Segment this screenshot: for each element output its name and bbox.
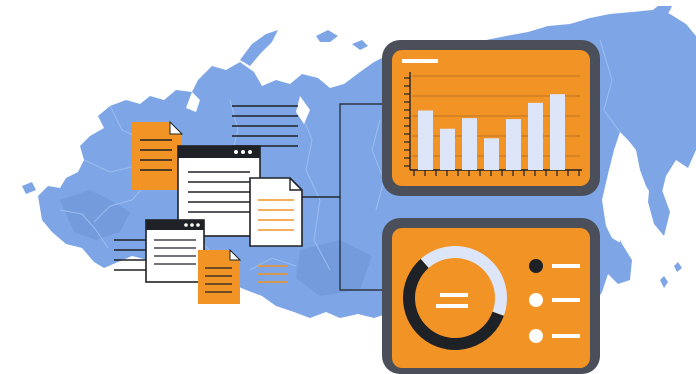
bar-1 <box>418 110 433 170</box>
legend-marker-1 <box>529 259 543 273</box>
bar-panel-title-bar <box>402 59 438 63</box>
map-island-arctic <box>352 40 368 50</box>
legend-marker-2 <box>529 293 543 307</box>
bar-chart-panel-icon <box>382 40 600 196</box>
window-dot-3 <box>248 150 252 154</box>
legend-line-1 <box>552 264 580 268</box>
bar-7 <box>550 94 565 170</box>
document-icon-white <box>249 177 303 247</box>
bar-6 <box>528 102 543 170</box>
map-island-novaya-zemlya <box>240 30 278 66</box>
window-dot-2 <box>241 150 245 154</box>
document-icon-orange-top <box>132 120 184 190</box>
map-kamchatka <box>648 180 670 236</box>
donut-chart-panel-icon <box>382 218 600 374</box>
bar-4 <box>484 138 499 170</box>
document-icon-orange-bottom <box>198 248 242 304</box>
bar-3 <box>462 118 477 170</box>
bar-2 <box>440 128 455 170</box>
map-kuril-islands <box>660 262 682 288</box>
infographic-canvas <box>0 0 696 374</box>
legend-line-3 <box>552 334 580 338</box>
legend-marker-3 <box>529 329 543 343</box>
map-island-north <box>316 30 338 42</box>
map-kaliningrad <box>22 182 36 194</box>
legend-line-2 <box>552 298 580 302</box>
browser-window-icon-small <box>145 219 205 283</box>
window-dot-1 <box>234 150 238 154</box>
bar-5 <box>506 119 521 170</box>
infographic-scene <box>22 6 696 374</box>
